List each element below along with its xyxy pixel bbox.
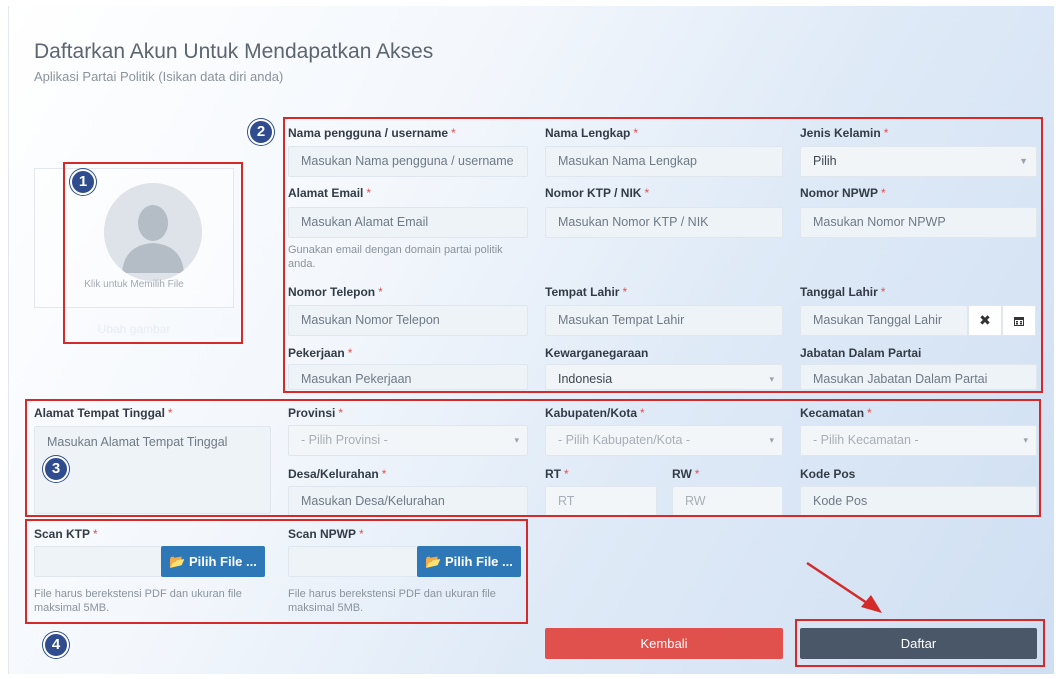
step-badge-4: 4 xyxy=(43,632,69,658)
annotation-arrow-icon xyxy=(806,561,882,613)
annotation-box-submit xyxy=(795,619,1045,667)
page-subtitle: Aplikasi Partai Politik (Isikan data dir… xyxy=(34,69,284,84)
page-title: Daftarkan Akun Untuk Mendapatkan Akses xyxy=(34,40,434,63)
step-badge-1: 1 xyxy=(70,169,96,195)
annotation-box-upload xyxy=(25,519,528,624)
step-badge-3: 3 xyxy=(43,456,69,482)
annotation-box-address xyxy=(25,399,1041,517)
back-button[interactable]: Kembali xyxy=(545,628,783,659)
step-badge-2: 2 xyxy=(248,119,274,145)
annotation-box-personal xyxy=(283,117,1043,393)
